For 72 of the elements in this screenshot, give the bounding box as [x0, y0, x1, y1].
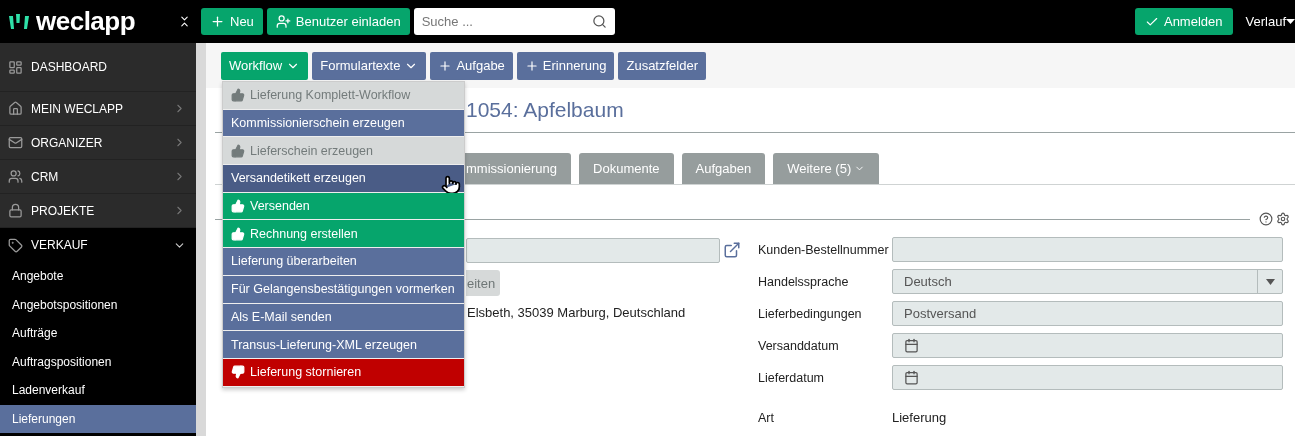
tab[interactable]: Weitere (5) [773, 153, 880, 184]
menu-item[interactable]: Lieferung Komplett-Workflow [223, 82, 464, 110]
thumbs-up-icon [231, 88, 245, 103]
collapse-icon[interactable] [178, 15, 191, 28]
lock-icon [8, 203, 23, 218]
user-plus-icon [275, 14, 291, 29]
history-menu[interactable]: Verlauf [1245, 14, 1295, 29]
menu-item[interactable]: Rechnung erstellen [223, 220, 464, 249]
toolbar-button[interactable]: Erinnerung [516, 51, 615, 80]
menu-item[interactable]: Versenden [223, 192, 464, 221]
tab[interactable]: Dokumente [579, 153, 674, 184]
menu-item[interactable]: Kommissionierschein erzeugen [223, 109, 464, 138]
logo-text: weclapp [36, 6, 136, 37]
input-field[interactable] [892, 237, 1283, 262]
menu-item[interactable]: Versandetikett erzeugen [223, 165, 464, 193]
help-icon[interactable] [1259, 212, 1273, 226]
new-button[interactable]: Neu [201, 8, 263, 35]
sidebar-item[interactable]: PROJEKTE [0, 194, 196, 228]
input-field[interactable]: Postversand [892, 301, 1283, 326]
plus-icon [524, 58, 539, 73]
menu-item[interactable]: Lieferschein erzeugen [223, 137, 464, 166]
page-title: 1054: Apfelbaum [466, 98, 624, 122]
field-label: Handelssprache [758, 274, 850, 289]
tag-icon [8, 237, 23, 253]
caret-icon [1265, 278, 1275, 285]
field-label: Art [758, 410, 775, 425]
menu-item[interactable]: Für Gelangensbestätigungen vormerken [223, 275, 464, 304]
select-field[interactable]: Deutsch [892, 269, 1283, 294]
thumbs-up-icon [231, 143, 245, 158]
users-icon [8, 169, 23, 184]
field-label: Kunden-Bestellnummer [758, 242, 890, 257]
plus-icon [438, 58, 453, 73]
sidebar-item[interactable]: CRM [0, 160, 196, 194]
field-value: Lieferung [892, 410, 947, 425]
plus-icon [210, 14, 225, 29]
caret-icon [1286, 18, 1295, 25]
toolbar-button[interactable]: Formulartexte [312, 51, 427, 80]
thumbs-up-icon [231, 199, 245, 214]
search-field[interactable]: Suche ... [413, 8, 615, 35]
field-label: Lieferdatum [758, 370, 825, 385]
thumbs-up-icon [231, 226, 245, 241]
external-link-icon[interactable] [723, 241, 741, 259]
sidebar-item[interactable]: MEIN WECLAPP [0, 92, 196, 126]
menu-item[interactable]: Transus-Lieferung-XML erzeugen [223, 331, 464, 359]
address-text: Elsbeth, 35039 Marburg, Deutschland [467, 305, 687, 320]
calendar-icon[interactable] [904, 370, 919, 385]
envelope-icon [8, 135, 23, 150]
edit-button[interactable]: eiten [466, 270, 501, 296]
menu-item[interactable]: Lieferung stornieren [223, 358, 464, 387]
sidebar-item[interactable]: ORGANIZER [0, 126, 196, 160]
tab[interactable]: Aufgaben [681, 153, 766, 184]
calendar-icon[interactable] [904, 338, 919, 353]
date-field[interactable] [892, 333, 1283, 358]
toolbar-button[interactable]: Zusatzfelder [618, 51, 706, 80]
date-field[interactable] [892, 365, 1283, 390]
sidebar-item[interactable]: DASHBOARD [0, 43, 196, 92]
settings-icon[interactable] [1276, 212, 1290, 226]
input-field[interactable] [466, 237, 720, 263]
sidebar-subitem[interactable]: Lieferungen [0, 404, 196, 433]
field-label: Lieferbedingungen [758, 306, 863, 321]
invite-user-button[interactable]: Benutzer einladen [266, 8, 410, 35]
search-icon [591, 14, 607, 29]
field-label: Versanddatum [758, 338, 840, 353]
menu-item[interactable]: Lieferung überarbeiten [223, 248, 464, 276]
logo-icon [8, 12, 30, 31]
login-button[interactable]: Anmelden [1134, 8, 1233, 35]
dashboard-icon [8, 59, 23, 75]
menu-item[interactable]: Als E-Mail senden [223, 303, 464, 332]
thumbs-down-icon [231, 365, 245, 380]
home-icon [8, 101, 23, 116]
toolbar-button[interactable]: Workflow [221, 51, 309, 80]
toolbar-button[interactable]: Aufgabe [430, 51, 513, 80]
